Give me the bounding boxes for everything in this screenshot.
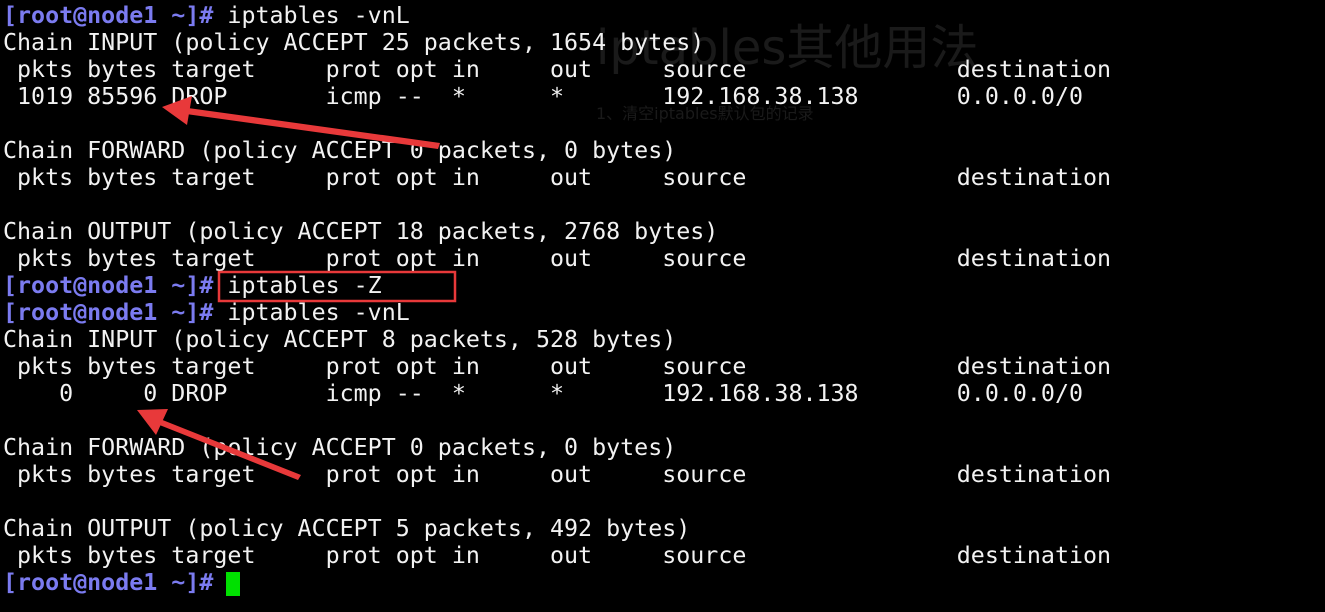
shell-prompt: [root@node1 ~]#	[3, 2, 214, 29]
command-text: iptables -Z	[227, 272, 382, 299]
chain-input-header: Chain INPUT (policy ACCEPT 25 packets, 1…	[3, 29, 705, 56]
column-header: pkts bytes target prot opt in out source…	[3, 245, 1112, 272]
shell-prompt: [root@node1 ~]#	[3, 272, 214, 299]
column-header: pkts bytes target prot opt in out source…	[3, 164, 1112, 191]
terminal-window[interactable]: iptables其他用法 1、清空iptables默认包的记录 [root@no…	[0, 0, 1325, 612]
command-line: [root@node1 ~]# iptables -vnL	[3, 2, 410, 29]
command-line[interactable]: [root@node1 ~]#	[3, 569, 213, 596]
command-text: iptables -vnL	[227, 299, 410, 326]
chain-output-header: Chain OUTPUT (policy ACCEPT 18 packets, …	[3, 218, 719, 245]
command-line: [root@node1 ~]# iptables -Z	[3, 272, 382, 299]
chain-forward-header: Chain FORWARD (policy ACCEPT 0 packets, …	[3, 434, 677, 461]
text-cursor	[226, 572, 240, 596]
column-header: pkts bytes target prot opt in out source…	[3, 461, 1112, 488]
chain-input-header: Chain INPUT (policy ACCEPT 8 packets, 52…	[3, 326, 677, 353]
shell-prompt: [root@node1 ~]#	[3, 569, 214, 596]
command-line: [root@node1 ~]# iptables -vnL	[3, 299, 410, 326]
shell-prompt: [root@node1 ~]#	[3, 299, 214, 326]
chain-forward-header: Chain FORWARD (policy ACCEPT 0 packets, …	[3, 137, 677, 164]
command-text: iptables -vnL	[227, 2, 410, 29]
chain-output-header: Chain OUTPUT (policy ACCEPT 5 packets, 4…	[3, 515, 691, 542]
column-header: pkts bytes target prot opt in out source…	[3, 353, 1112, 380]
column-header: pkts bytes target prot opt in out source…	[3, 56, 1112, 83]
column-header: pkts bytes target prot opt in out source…	[3, 542, 1112, 569]
rule-row: 0 0 DROP icmp -- * * 192.168.38.138 0.0.…	[3, 380, 1083, 407]
rule-row: 1019 85596 DROP icmp -- * * 192.168.38.1…	[3, 83, 1083, 110]
